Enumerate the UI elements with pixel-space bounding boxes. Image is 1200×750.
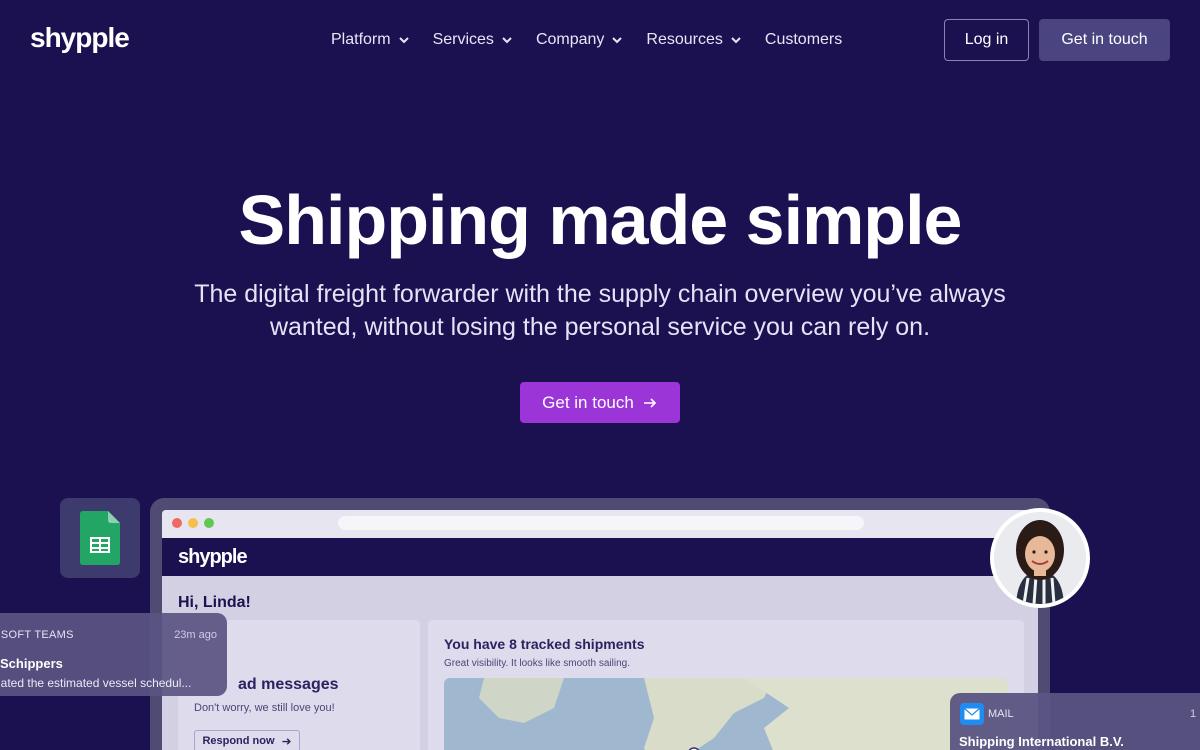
notification-time: 1 bbox=[1190, 708, 1197, 720]
notification-title: Shipping International B.V. bbox=[959, 734, 1124, 749]
nav-company[interactable]: Company bbox=[536, 28, 624, 52]
shypple-logo[interactable]: shypple bbox=[30, 22, 130, 54]
arrow-right-icon bbox=[281, 737, 291, 745]
google-sheets-tile bbox=[60, 498, 140, 578]
arrow-right-icon bbox=[643, 397, 656, 408]
chevron-down-icon bbox=[731, 37, 741, 44]
nav-customers[interactable]: Customers bbox=[765, 28, 842, 52]
get-in-touch-hero-button[interactable]: Get in touch bbox=[520, 382, 680, 423]
get-in-touch-header-button[interactable]: Get in touch bbox=[1039, 19, 1170, 61]
support-agent-avatar bbox=[990, 508, 1090, 608]
app-header: shypple bbox=[162, 538, 1038, 576]
nav-platform[interactable]: Platform bbox=[331, 28, 411, 52]
window-close-dot bbox=[172, 518, 182, 528]
app-logo: shypple bbox=[178, 545, 248, 568]
main-nav: Platform Services Company Resources Cust… bbox=[331, 28, 864, 52]
nav-customers-label: Customers bbox=[764, 31, 843, 48]
window-minimize-dot bbox=[188, 518, 198, 528]
address-bar bbox=[338, 516, 864, 530]
respond-now-label: Respond now bbox=[202, 735, 275, 747]
shipments-map bbox=[444, 678, 1008, 750]
hero-title: Shipping made simple bbox=[238, 181, 963, 259]
mail-notification[interactable]: MAIL 1 Shipping International B.V. bbox=[950, 693, 1200, 750]
chevron-down-icon bbox=[502, 37, 512, 44]
mockup-screen: shypple Hi, Linda! ad messages Don't wor… bbox=[162, 510, 1038, 750]
nav-resources-label: Resources bbox=[646, 31, 723, 48]
tracked-shipments-title: You have 8 tracked shipments bbox=[444, 636, 645, 652]
site-header: shypple Platform Services Company Resour… bbox=[0, 0, 1200, 80]
notification-app-name: MAIL bbox=[988, 708, 1014, 720]
notification-title: Schippers bbox=[0, 656, 63, 671]
nav-company-label: Company bbox=[535, 31, 605, 48]
dashboard-mockup: shypple Hi, Linda! ad messages Don't wor… bbox=[150, 498, 1050, 750]
nav-services[interactable]: Services bbox=[433, 28, 514, 52]
notification-app-name: OSOFT TEAMS bbox=[0, 629, 74, 641]
tracked-shipments-card: You have 8 tracked shipments Great visib… bbox=[428, 620, 1024, 750]
nav-services-label: Services bbox=[432, 31, 494, 48]
greeting: Hi, Linda! bbox=[178, 594, 251, 611]
tracked-shipments-subtitle: Great visibility. It looks like smooth s… bbox=[444, 658, 630, 669]
nav-resources[interactable]: Resources bbox=[646, 28, 742, 52]
window-maximize-dot bbox=[204, 518, 214, 528]
hero-subtitle-line-1: The digital freight forwarder with the s… bbox=[194, 280, 1006, 308]
mail-icon bbox=[960, 703, 984, 725]
avatar-photo bbox=[994, 512, 1086, 604]
nav-platform-label: Platform bbox=[331, 31, 391, 48]
teams-notification[interactable]: OSOFT TEAMS 23m ago Schippers dated the … bbox=[0, 613, 227, 696]
login-button[interactable]: Log in bbox=[944, 19, 1029, 61]
chevron-down-icon bbox=[612, 37, 623, 44]
chevron-down-icon bbox=[398, 37, 409, 44]
respond-now-button: Respond now bbox=[194, 730, 300, 750]
browser-bar bbox=[162, 510, 1038, 538]
hero-subtitle: The digital freight forwarder with the s… bbox=[160, 278, 1040, 344]
google-sheets-icon bbox=[80, 511, 120, 565]
notification-body: dated the estimated vessel schedul... bbox=[0, 676, 192, 690]
messages-subtitle: Don't worry, we still love you! bbox=[194, 702, 335, 714]
hero-cta-label: Get in touch bbox=[542, 392, 634, 412]
messages-title: ad messages bbox=[238, 676, 339, 693]
notification-time: 23m ago bbox=[174, 629, 217, 641]
hero-subtitle-line-2: wanted, without losing the personal serv… bbox=[269, 313, 931, 341]
map-landmass bbox=[479, 678, 1008, 750]
